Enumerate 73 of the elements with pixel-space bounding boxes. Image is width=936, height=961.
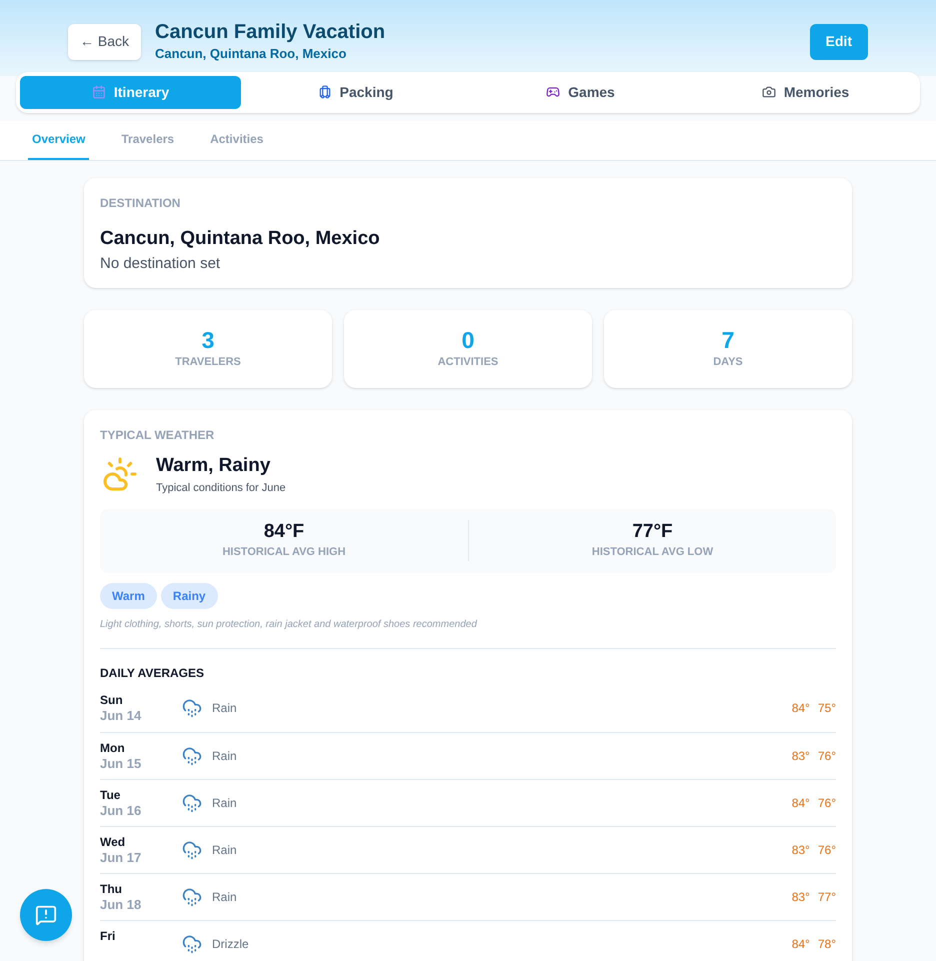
day-name: Mon [100,740,126,756]
calendar-icon [92,85,106,99]
section-label: DESTINATION [100,194,182,212]
camera-icon [762,85,776,99]
weather-caption: Typical conditions for June [156,481,286,496]
day-name: Fri [100,928,116,944]
day-name: Wed [100,834,126,850]
section-label: TYPICAL WEATHER [100,426,216,444]
day-name: Thu [100,880,123,896]
back-button[interactable]: ← Back [68,24,142,60]
feedback-button[interactable] [20,889,72,941]
day-date: Jun 18 [100,896,142,912]
feedback-icon [35,904,57,926]
temperature-value: 84°F [264,520,304,544]
weather-condition: Rain [212,888,237,906]
high-temperature: 84° [792,936,810,952]
weather-tag: Rainy [160,582,218,608]
weather-condition: Rain [212,700,237,717]
daily-averages-heading: DAILY AVERAGES [100,666,204,680]
tab[interactable]: Itinerary [20,76,241,108]
tab[interactable]: Memories [695,76,916,108]
high-temperature: 83° [792,748,810,764]
day-date: Jun 16 [100,802,142,818]
rain-cloud-icon [182,934,202,954]
rain-cloud-icon [182,886,202,906]
trip-location: Cancun, Quintana Roo, Mexico [155,45,348,63]
clothing-advice: Light clothing, shorts, sun protection, rain jacket and waterproof shoes recommended [100,618,478,632]
edit-button[interactable]: Edit [810,24,868,60]
weather-condition: Drizzle [212,936,249,952]
day-date: Jun 17 [100,850,142,866]
low-temperature: 76° [818,794,836,812]
temperature-label: HISTORICAL AVG LOW [592,545,714,560]
rain-cloud-icon [182,698,202,718]
weather-condition: Rain [212,794,237,812]
destination-name: Cancun, Quintana Roo, Mexico [100,226,381,250]
subtab[interactable]: Overview [28,120,90,160]
temperature-value: 77°F [632,520,673,544]
high-temperature: 83° [792,888,810,906]
destination-note: No destination set [100,254,222,274]
stat-value: 0 [462,326,474,354]
suitcase-icon [318,85,332,99]
high-temperature: 84° [792,700,810,717]
subtab[interactable]: Travelers [117,120,178,160]
high-temperature: 83° [792,842,810,858]
weather-tag: Warm [100,582,157,608]
rain-cloud-icon [182,792,202,812]
rain-cloud-icon [182,840,202,860]
stat-label: TRAVELERS [175,355,241,370]
weather-condition: Rain [212,748,237,764]
day-name: Sun [100,692,124,708]
subtab[interactable]: Activities [206,120,268,160]
low-temperature: 76° [818,842,836,858]
weather-condition: Rain [212,842,237,858]
weather-summary: Warm, Rainy [156,454,272,478]
trip-title: Cancun Family Vacation [155,20,386,44]
tab[interactable]: Packing [245,76,466,108]
day-date: Jun 15 [100,756,142,772]
temperature-label: HISTORICAL AVG HIGH [222,545,346,560]
day-name: Tue [100,786,122,802]
stat-value: 3 [202,326,214,354]
high-temperature: 84° [792,794,810,812]
low-temperature: 75° [818,700,836,717]
rain-cloud-icon [182,746,202,766]
low-temperature: 78° [818,936,836,952]
stat-label: DAYS [713,355,743,370]
stat-value: 7 [722,326,734,354]
tab[interactable]: Games [470,76,691,108]
gamepad-icon [546,85,560,99]
low-temperature: 77° [818,888,836,906]
sun-cloud-icon [102,456,138,492]
low-temperature: 76° [818,748,836,764]
day-date: Jun 14 [100,708,142,724]
stat-label: ACTIVITIES [438,355,498,370]
